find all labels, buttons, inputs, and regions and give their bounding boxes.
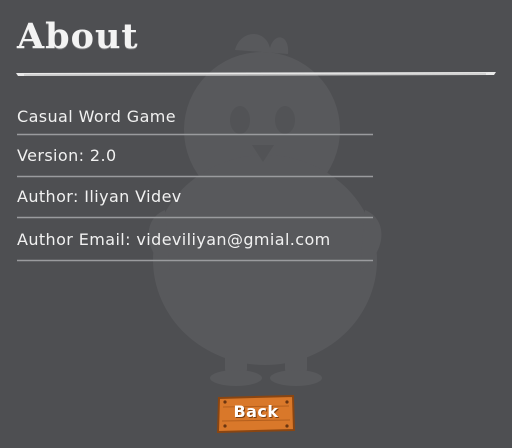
author-info: Author: Iliyan Videv — [17, 187, 182, 206]
game-name: Casual Word Game — [17, 107, 177, 126]
back-button[interactable]: Back — [217, 395, 295, 433]
author-email-info: Author Email: videviliyan@gmial.com — [17, 230, 331, 249]
row-divider — [17, 216, 373, 219]
row-divider — [17, 133, 373, 136]
row-divider — [17, 259, 373, 262]
title-divider — [16, 72, 496, 76]
version-info: Version: 2.0 — [17, 146, 117, 165]
row-divider — [17, 175, 373, 178]
about-screen: About Casual Word Game Version: 2.0 Auth… — [0, 0, 512, 448]
page-title: About — [17, 16, 139, 57]
back-button-label: Back — [233, 402, 279, 421]
